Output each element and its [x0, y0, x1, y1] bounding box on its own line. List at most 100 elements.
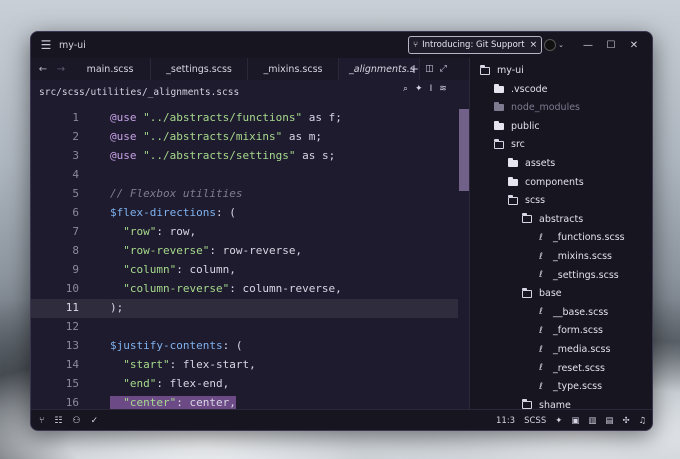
tab-mixins-scss[interactable]: _mixins.scss — [248, 58, 339, 80]
code-text: "row": row, — [123, 225, 197, 238]
code-text: "start": flex-start, — [123, 358, 256, 371]
tree-item[interactable]: my-ui — [470, 61, 652, 80]
tree-item[interactable]: .vscode — [470, 80, 652, 99]
tab-main-scss[interactable]: main.scss — [70, 58, 151, 80]
code-line[interactable]: 9 "column": column, — [31, 261, 469, 280]
code-line[interactable]: 2 @use "../abstracts/mixins" as m; — [31, 128, 469, 147]
tree-item-label: src — [511, 139, 525, 151]
tree-item[interactable]: ℓ _media.scss — [470, 340, 652, 359]
line-number: 13 — [65, 339, 79, 352]
status-right: 11:3 SCSS ✦ ▣ ▥ ▤ ✣ ♫ — [496, 416, 646, 426]
code-line[interactable]: 11); — [31, 299, 469, 318]
tree-item-label: _type.scss — [553, 381, 603, 393]
line-number: 3 — [72, 149, 79, 162]
tree-item[interactable]: src — [470, 135, 652, 154]
breadcrumb: src/scss/utilities/_alignments.scss ⌕ ✦ … — [31, 80, 469, 104]
code-line[interactable]: 8 "row-reverse": row-reverse, — [31, 242, 469, 261]
forward-arrow-icon[interactable]: → — [52, 64, 70, 75]
git-branch-icon[interactable]: ⑂ — [39, 416, 44, 426]
tree-item[interactable]: assets — [470, 154, 652, 173]
code-line[interactable]: 6 $flex-directions: ( — [31, 204, 469, 223]
ai-sparkle-icon[interactable]: ✦ — [555, 416, 562, 426]
code-line[interactable]: 7 "row": row, — [31, 223, 469, 242]
folder-open-icon — [520, 287, 534, 298]
code-text: $flex-directions: ( — [110, 206, 236, 219]
folder-open-icon — [520, 213, 534, 224]
tree-item[interactable]: node_modules — [470, 98, 652, 117]
tab-alignments-scss[interactable]: _alignments.s — [339, 58, 420, 80]
maximize-button[interactable]: ☐ — [600, 32, 622, 58]
text-cursor-icon[interactable]: I — [430, 84, 433, 94]
sass-file-icon: ℓ — [539, 232, 543, 243]
editor-window: ☰ my-ui ⑂ Introducing: Git Support × ⌄ —… — [30, 31, 653, 431]
tree-item[interactable]: ℓ _functions.scss — [470, 228, 652, 247]
tree-item-label: assets — [525, 158, 556, 169]
language-mode[interactable]: SCSS — [524, 416, 546, 426]
notice-close-icon[interactable]: × — [530, 40, 538, 50]
tree-item[interactable]: ℓ _type.scss — [470, 377, 652, 396]
tree-item[interactable]: components — [470, 173, 652, 192]
settings-sliders-icon[interactable]: ≋ — [439, 84, 447, 94]
tree-item-label: base — [539, 288, 562, 300]
ai-sparkle-icon[interactable]: ✦ — [415, 84, 423, 94]
code-line[interactable]: 10 "column-reverse": column-reverse, — [31, 280, 469, 299]
pull-requests-icon[interactable]: ☷ — [54, 416, 62, 426]
sass-file-icon: ℓ — [539, 344, 543, 355]
code-line[interactable]: 13 $justify-contents: ( — [31, 337, 469, 356]
expand-icon[interactable]: ⤢ — [440, 64, 447, 74]
code-line[interactable]: 14 "start": flex-start, — [31, 356, 469, 375]
folder-icon — [506, 158, 520, 167]
cursor-position[interactable]: 11:3 — [496, 416, 515, 426]
layout-icon[interactable]: ▥ — [588, 416, 596, 426]
code-line[interactable]: 12 — [31, 318, 469, 337]
code-text: // Flexbox utilities — [110, 187, 243, 200]
tree-item-label: _form.scss — [553, 325, 603, 337]
sass-file-icon: ℓ — [539, 307, 543, 318]
search-icon[interactable]: ⌕ — [403, 84, 408, 94]
tree-item[interactable]: ℓ _settings.scss — [470, 266, 652, 285]
line-number: 15 — [65, 377, 79, 390]
git-support-notice[interactable]: ⑂ Introducing: Git Support × — [408, 36, 543, 54]
code-line[interactable]: 3 @use "../abstracts/settings" as s; — [31, 147, 469, 166]
line-number: 12 — [65, 320, 79, 333]
tree-item-label: _settings.scss — [553, 269, 619, 281]
puzzle-icon[interactable]: ✣ — [622, 416, 629, 426]
check-icon[interactable]: ✓ — [91, 416, 99, 426]
tree-item[interactable]: scss — [470, 191, 652, 210]
code-line[interactable]: 15 "end": flex-end, — [31, 375, 469, 394]
code-line[interactable]: 5 // Flexbox utilities — [31, 185, 469, 204]
back-arrow-icon[interactable]: ← — [34, 64, 52, 75]
code-line[interactable]: 1 @use "../abstracts/functions" as f; — [31, 109, 469, 128]
tree-item[interactable]: public — [470, 117, 652, 136]
hamburger-menu-icon[interactable]: ☰ — [35, 38, 57, 52]
tab-settings-scss[interactable]: _settings.scss — [151, 58, 248, 80]
tree-item[interactable]: ℓ _form.scss — [470, 321, 652, 340]
new-tab-icon[interactable]: + — [409, 62, 419, 76]
split-view-icon[interactable]: ◫ — [425, 64, 434, 74]
tree-item[interactable]: ℓ __base.scss — [470, 303, 652, 322]
image-icon[interactable]: ▣ — [571, 416, 579, 426]
avatar — [544, 38, 557, 51]
tree-item[interactable]: ℓ _mixins.scss — [470, 247, 652, 266]
sass-file-icon: ℓ — [539, 251, 543, 262]
scrollbar-thumb[interactable] — [459, 109, 469, 191]
code-editor[interactable]: 1 @use "../abstracts/functions" as f; 2 @us… — [31, 109, 469, 409]
close-button[interactable]: ✕ — [623, 32, 645, 58]
sass-file-icon: ℓ — [539, 270, 543, 281]
terminal-icon[interactable]: ▤ — [605, 416, 613, 426]
minimize-button[interactable]: — — [577, 32, 599, 58]
tree-item[interactable]: ℓ _reset.scss — [470, 359, 652, 378]
folder-open-icon — [492, 138, 506, 149]
tree-item[interactable]: base — [470, 284, 652, 303]
code-line[interactable]: 16 "center": center, — [31, 394, 469, 409]
line-number: 7 — [72, 225, 79, 238]
git-branch-icon: ⑂ — [413, 40, 419, 50]
file-path: src/scss/utilities/_alignments.scss — [39, 86, 240, 98]
account-button[interactable]: ⌄ — [541, 37, 567, 52]
tree-item[interactable]: abstracts — [470, 210, 652, 229]
code-line[interactable]: 4 — [31, 166, 469, 185]
bell-icon[interactable]: ♫ — [639, 416, 647, 426]
code-text: "column-reverse": column-reverse, — [123, 282, 342, 295]
collaborators-icon[interactable]: ⚇ — [72, 416, 80, 426]
tree-item[interactable]: shame — [470, 396, 652, 410]
